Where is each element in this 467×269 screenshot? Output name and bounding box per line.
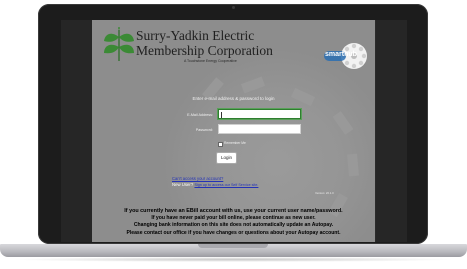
note-line-3: Changing bank information on this site d…: [133, 222, 334, 229]
leaf-icon: [104, 27, 134, 61]
coop-name-line1: Surry-Yadkin Electric: [136, 28, 255, 43]
cant-access-link[interactable]: Can't access your account?: [172, 176, 223, 181]
note-line-4: Please contact our office if you have ch…: [126, 229, 341, 236]
login-prompt: Enter e-mail address & password to login: [192, 96, 275, 101]
email-label: E-Mail Address:: [187, 113, 213, 117]
sign-up-link[interactable]: Sign up to access our Self Service site.: [194, 183, 258, 187]
laptop-screen: Surry-Yadkin Electric Membership Corpora…: [61, 20, 407, 242]
version-text: Version: 20.1.0: [315, 191, 334, 195]
smarthub-logo: smarthub: [324, 34, 368, 78]
smarthub-wordmark: smarthub: [325, 51, 357, 58]
account-notes: If you currently have an EBill account w…: [92, 208, 375, 237]
password-field[interactable]: [218, 124, 301, 134]
page-background-right: [376, 20, 407, 242]
new-user-prefix: New User?: [172, 182, 194, 187]
webcam: [231, 6, 235, 9]
login-panel: Surry-Yadkin Electric Membership Corpora…: [92, 20, 375, 242]
page-background-left: [61, 20, 92, 242]
remember-me-checkbox[interactable]: [218, 142, 223, 147]
note-line-2: If you have never paid your bill online,…: [151, 215, 316, 222]
note-line-1: If you currently have an EBill account w…: [124, 208, 343, 214]
laptop-hinge-notch: [198, 244, 268, 248]
new-user-line: New User? Sign up to access our Self Ser…: [172, 182, 258, 187]
coop-tagline: A Touchstone Energy Cooperative: [184, 59, 237, 63]
laptop-shadow: [10, 257, 457, 262]
password-label: Password:: [195, 128, 213, 132]
coop-name-line2: Membership Corporation: [136, 43, 273, 58]
email-field[interactable]: [218, 109, 301, 119]
login-button[interactable]: Login: [216, 152, 237, 164]
remember-me-label: Remember Me: [224, 141, 246, 145]
text-caret: [221, 112, 222, 118]
coop-logo[interactable]: Surry-Yadkin Electric Membership Corpora…: [102, 24, 282, 68]
sunburst-ray: [347, 153, 359, 177]
